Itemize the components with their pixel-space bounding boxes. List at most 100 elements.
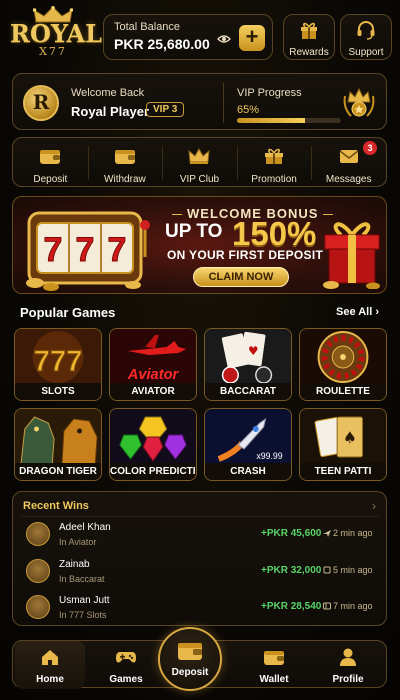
wallet-icon: [264, 651, 284, 665]
game-tile-dragon-tiger[interactable]: DRAGON TIGER: [14, 408, 102, 481]
avatar: [26, 559, 50, 583]
cards-icon: ♥: [205, 329, 291, 385]
game-label: COLOR PREDICTION: [110, 463, 196, 480]
win-row: Zainab In Baccarat +PKR 32,000 5 min ago: [13, 555, 386, 589]
home-icon: [42, 650, 58, 665]
winner-game: In Aviator: [59, 537, 97, 547]
logo-brand-text: ROYAL: [10, 19, 102, 48]
wallet-icon: [40, 150, 61, 164]
cards-small-icon: [323, 566, 331, 574]
vip-progress-label: VIP Progress: [237, 87, 302, 99]
cards-icon: ♠: [300, 409, 386, 465]
nav-label: Deposit: [171, 667, 209, 678]
winner-name: Zainab: [59, 559, 90, 570]
chevron-right-icon[interactable]: ›: [372, 499, 376, 513]
winner-name: Usman Jutt: [59, 595, 110, 606]
mail-icon: [339, 150, 359, 163]
support-label: Support: [348, 47, 384, 58]
game-tile-slots[interactable]: 777 SLOTS: [14, 328, 102, 401]
divider: [223, 83, 224, 123]
crash-multiplier: x99.99: [256, 451, 282, 461]
win-amount: +PKR 45,600: [261, 528, 322, 539]
game-tile-aviator[interactable]: Aviator AVIATOR: [109, 328, 197, 401]
suit-glyph: ♠: [343, 428, 357, 447]
game-tile-teen-patti[interactable]: ♠ TEEN PATTI: [299, 408, 387, 481]
recent-wins-card: Recent Wins › Adeel Khan In Aviator +PKR…: [12, 491, 387, 626]
game-label: AVIATOR: [110, 383, 196, 400]
nav-label: Wallet: [259, 674, 289, 685]
aviator-art-text: Aviator: [127, 367, 180, 383]
action-vip-club[interactable]: VIP Club: [162, 138, 237, 186]
nav-home[interactable]: Home: [15, 641, 85, 689]
action-label: Withdraw: [104, 174, 146, 185]
welcome-bonus-banner[interactable]: 7 7 7 WELCOME BONUS UP TO 150% ON YOUR F…: [12, 196, 387, 294]
game-tile-crash[interactable]: x99.99 CRASH: [204, 408, 292, 481]
nav-label: Profile: [332, 674, 364, 685]
slot-digit: 7: [44, 231, 63, 269]
add-balance-button[interactable]: +: [239, 25, 265, 51]
nav-deposit-button[interactable]: Deposit: [158, 627, 222, 691]
rocket-icon: x99.99: [205, 409, 291, 465]
rewards-button[interactable]: Rewards: [283, 14, 335, 60]
gift-icon: [265, 148, 284, 164]
gamepad-icon: [116, 652, 136, 663]
chevron-right-icon: ›: [375, 306, 380, 318]
action-label: Messages: [325, 174, 372, 185]
nav-games[interactable]: Games: [91, 641, 161, 689]
game-tile-baccarat[interactable]: ♥ BACCARAT: [204, 328, 292, 401]
vip-progress-percent: 65%: [237, 104, 260, 116]
game-tile-roulette[interactable]: ROULETTE: [299, 328, 387, 401]
quick-actions: Deposit Withdraw VIP Club Promotion 3 Me…: [12, 137, 387, 187]
slots-art-text: 777: [34, 345, 83, 378]
action-promotion[interactable]: Promotion: [236, 138, 312, 186]
dragon-tiger-icon: [15, 409, 101, 465]
support-button[interactable]: Support: [340, 14, 392, 60]
vip-crest-icon: [343, 87, 375, 117]
app-header: ROYAL X77 Total Balance PKR 25,680.00 + …: [0, 0, 400, 70]
eye-icon[interactable]: [217, 34, 231, 44]
recent-wins-title: Recent Wins: [23, 500, 89, 512]
win-time: 5 min ago: [333, 565, 373, 575]
game-label: TEEN PATTI: [300, 463, 386, 480]
wallet-icon: [178, 643, 202, 660]
win-amount: +PKR 28,540: [261, 601, 322, 612]
claim-now-button[interactable]: CLAIM NOW: [193, 267, 289, 287]
messages-badge: 3: [362, 141, 377, 155]
win-row: Usman Jutt In 777 Slots +PKR 28,540 7 mi…: [13, 591, 386, 625]
game-label: DRAGON TIGER: [15, 463, 101, 480]
gift-box-icon: [323, 222, 380, 289]
rewards-label: Rewards: [289, 47, 329, 58]
headset-icon: [357, 21, 375, 40]
nav-wallet[interactable]: Wallet: [239, 641, 309, 689]
balance-card: Total Balance PKR 25,680.00 +: [103, 14, 273, 60]
banner-subtitle: ON YOUR FIRST DEPOSIT: [167, 248, 324, 262]
nav-profile[interactable]: Profile: [313, 641, 383, 689]
win-time: 7 min ago: [333, 601, 373, 611]
slots-icon: 777: [15, 329, 101, 385]
popular-games-title: Popular Games: [20, 305, 116, 320]
user-avatar[interactable]: R: [23, 85, 59, 121]
see-all-link[interactable]: See All ›: [336, 306, 379, 318]
vip-progress-bar: [237, 118, 341, 123]
slot-digit: 7: [76, 231, 95, 269]
welcome-card: R Welcome Back Royal Player VIP 3 VIP Pr…: [12, 73, 387, 130]
avatar: [26, 595, 50, 619]
banner-up-to: UP TO: [165, 221, 223, 242]
gift-icon: [301, 22, 317, 39]
vip-badge: VIP 3: [146, 102, 185, 117]
game-label: BACCARAT: [205, 383, 291, 400]
slot-digit: 7: [108, 231, 127, 269]
brand-logo[interactable]: ROYAL X77: [10, 6, 102, 68]
roulette-icon: [300, 329, 386, 385]
action-deposit[interactable]: Deposit: [13, 138, 88, 186]
action-label: VIP Club: [179, 174, 220, 185]
action-label: Deposit: [33, 174, 68, 185]
avatar: [26, 522, 50, 546]
game-tile-color-prediction[interactable]: COLOR PREDICTION: [109, 408, 197, 481]
crown-icon: [188, 147, 211, 164]
winner-name: Adeel Khan: [59, 522, 111, 533]
action-messages[interactable]: 3 Messages: [311, 138, 386, 186]
action-withdraw[interactable]: Withdraw: [87, 138, 163, 186]
game-label: CRASH: [205, 463, 291, 480]
action-label: Promotion: [251, 174, 297, 185]
